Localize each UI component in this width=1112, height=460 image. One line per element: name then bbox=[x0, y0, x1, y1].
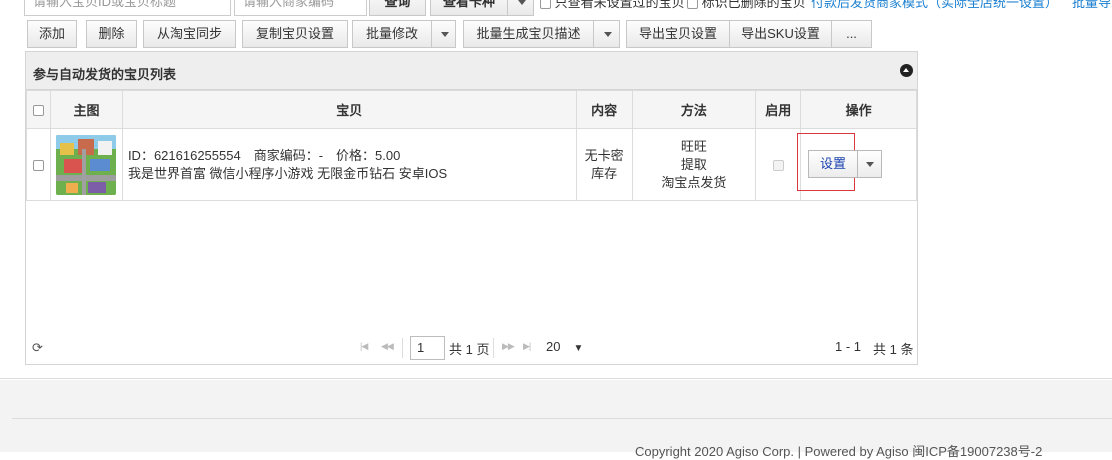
content-type: 无卡密 bbox=[584, 147, 624, 163]
batch-generate-label: 批量生成宝贝描述 bbox=[476, 26, 581, 41]
enabled-cell bbox=[755, 128, 802, 201]
footer-divider bbox=[12, 418, 1112, 419]
collapse-icon[interactable] bbox=[900, 64, 913, 77]
page-size-value: 20 bbox=[546, 339, 561, 354]
search-input[interactable]: 请输入宝贝ID或宝贝标题 bbox=[24, 0, 231, 16]
column-header: 启用 bbox=[755, 90, 802, 129]
mark-deleted-filter[interactable]: 标识已删除的宝贝 bbox=[687, 0, 806, 11]
record-range: 1 - 1 bbox=[835, 339, 862, 354]
chevron-down-icon bbox=[440, 32, 449, 37]
column-header: 内容 bbox=[575, 90, 633, 129]
refresh-icon[interactable]: ⟳ bbox=[32, 341, 44, 354]
batch-modify-label: 批量修改 bbox=[365, 26, 418, 41]
record-total: 共 1 条 bbox=[873, 342, 914, 357]
method-item: 提取 bbox=[680, 156, 707, 172]
caret-down-icon: ▼ bbox=[573, 343, 584, 354]
pager-divider bbox=[493, 338, 494, 358]
batch-modify-dropdown[interactable] bbox=[431, 21, 457, 47]
select-all-checkbox[interactable] bbox=[32, 105, 44, 117]
product-info-cell: ID：621616255554 商家编码：- 价格：5.00 我是世界首富 微信… bbox=[121, 128, 577, 201]
prev-page-icon[interactable]: ◀◀ bbox=[381, 341, 394, 352]
settings-button[interactable]: 设置 bbox=[808, 150, 858, 178]
total-pages: 共 1 页 bbox=[449, 342, 490, 357]
view-cards-dropdown[interactable] bbox=[507, 0, 535, 15]
mark-deleted-label: 标识已删除的宝贝 bbox=[701, 0, 806, 10]
page-size-select[interactable]: 20 ▼ bbox=[546, 339, 583, 354]
sync-taobao-button[interactable]: 从淘宝同步 bbox=[143, 20, 236, 48]
last-page-icon[interactable]: ▶| bbox=[523, 341, 531, 352]
row-select-cell[interactable] bbox=[26, 128, 51, 201]
content-cell: 无卡密 库存 bbox=[575, 128, 633, 201]
method-item: 旺旺 bbox=[680, 138, 707, 154]
product-table: 主图 宝贝 内容 方法 启用 操作 ID：621616255554 商家编码：-… bbox=[26, 90, 917, 201]
table-row: ID：621616255554 商家编码：- 价格：5.00 我是世界首富 微信… bbox=[26, 128, 917, 201]
batch-import-link[interactable]: 批量导 bbox=[1072, 0, 1111, 11]
settings-dropdown-button[interactable] bbox=[857, 150, 882, 178]
paid-ship-mode-link[interactable]: 付款后发货商家模式（实际全店统一设置） bbox=[811, 0, 1058, 11]
only-unset-filter[interactable]: 只查看未设置过的宝贝 bbox=[540, 0, 685, 11]
product-title: 我是世界首富 微信小程序小游戏 无限金币钻石 安卓IOS bbox=[127, 165, 448, 181]
mark-deleted-checkbox[interactable] bbox=[687, 0, 698, 10]
product-thumbnail-graphic bbox=[56, 134, 117, 195]
product-image-cell bbox=[49, 128, 123, 201]
select-all-cell[interactable] bbox=[26, 90, 51, 129]
export-sku-button[interactable]: 导出SKU设置 bbox=[729, 20, 832, 48]
view-cards-button[interactable]: 查看卡种 bbox=[430, 0, 534, 16]
column-header: 宝贝 bbox=[121, 90, 577, 129]
chevron-down-icon bbox=[603, 32, 612, 37]
row-checkbox[interactable] bbox=[32, 160, 44, 172]
column-header: 主图 bbox=[49, 90, 123, 129]
footer-copyright: Copyright 2020 Agiso Corp. | Powered by … bbox=[635, 444, 1043, 459]
add-button[interactable]: 添加 bbox=[27, 20, 77, 48]
column-header: 操作 bbox=[800, 90, 917, 129]
delete-button[interactable]: 删除 bbox=[86, 20, 137, 48]
table-header-row: 主图 宝贝 内容 方法 启用 操作 bbox=[26, 90, 917, 129]
panel-header: 参与自动发货的宝贝列表 bbox=[26, 52, 917, 90]
first-page-icon[interactable]: |◀ bbox=[360, 341, 368, 352]
method-cell: 旺旺 提取 淘宝点发货 bbox=[631, 128, 757, 201]
copy-settings-button[interactable]: 复制宝贝设置 bbox=[242, 20, 348, 48]
method-item: 淘宝点发货 bbox=[661, 174, 727, 190]
export-settings-button[interactable]: 导出宝贝设置 bbox=[626, 20, 730, 48]
more-button[interactable]: ... bbox=[831, 20, 872, 48]
merchant-code-input[interactable]: 请输入商家编码 bbox=[234, 0, 367, 16]
chevron-down-icon bbox=[865, 162, 874, 167]
batch-generate-button[interactable]: 批量生成宝贝描述 bbox=[463, 20, 620, 48]
content-source: 库存 bbox=[591, 165, 618, 181]
product-thumbnail[interactable] bbox=[56, 134, 117, 195]
product-id-line: ID：621616255554 商家编码：- 价格：5.00 bbox=[127, 147, 401, 163]
batch-modify-button[interactable]: 批量修改 bbox=[352, 20, 456, 48]
panel-title: 参与自动发货的宝贝列表 bbox=[33, 67, 177, 82]
footer: Copyright 2020 Agiso Corp. | Powered by … bbox=[0, 380, 1112, 459]
only-unset-label: 只查看未设置过的宝贝 bbox=[554, 0, 685, 10]
only-unset-checkbox[interactable] bbox=[540, 0, 551, 10]
column-header: 方法 bbox=[631, 90, 757, 129]
enabled-checkbox bbox=[772, 160, 784, 172]
pagination-bar: ⟳ |◀ ◀◀ 1 共 1 页 ▶▶ ▶| 20 ▼ 1 - 1 共 1 条 bbox=[26, 336, 917, 362]
query-button[interactable]: 查询 bbox=[369, 0, 426, 16]
view-cards-label: 查看卡种 bbox=[442, 0, 495, 9]
pager-divider bbox=[402, 338, 403, 358]
page-number-input[interactable]: 1 bbox=[410, 336, 445, 360]
next-page-icon[interactable]: ▶▶ bbox=[502, 341, 515, 352]
product-list-panel: 参与自动发货的宝贝列表 主图 宝贝 内容 方法 启用 操作 ID：6216162… bbox=[25, 51, 918, 365]
batch-generate-dropdown[interactable] bbox=[593, 21, 621, 47]
chevron-down-icon bbox=[517, 0, 526, 5]
